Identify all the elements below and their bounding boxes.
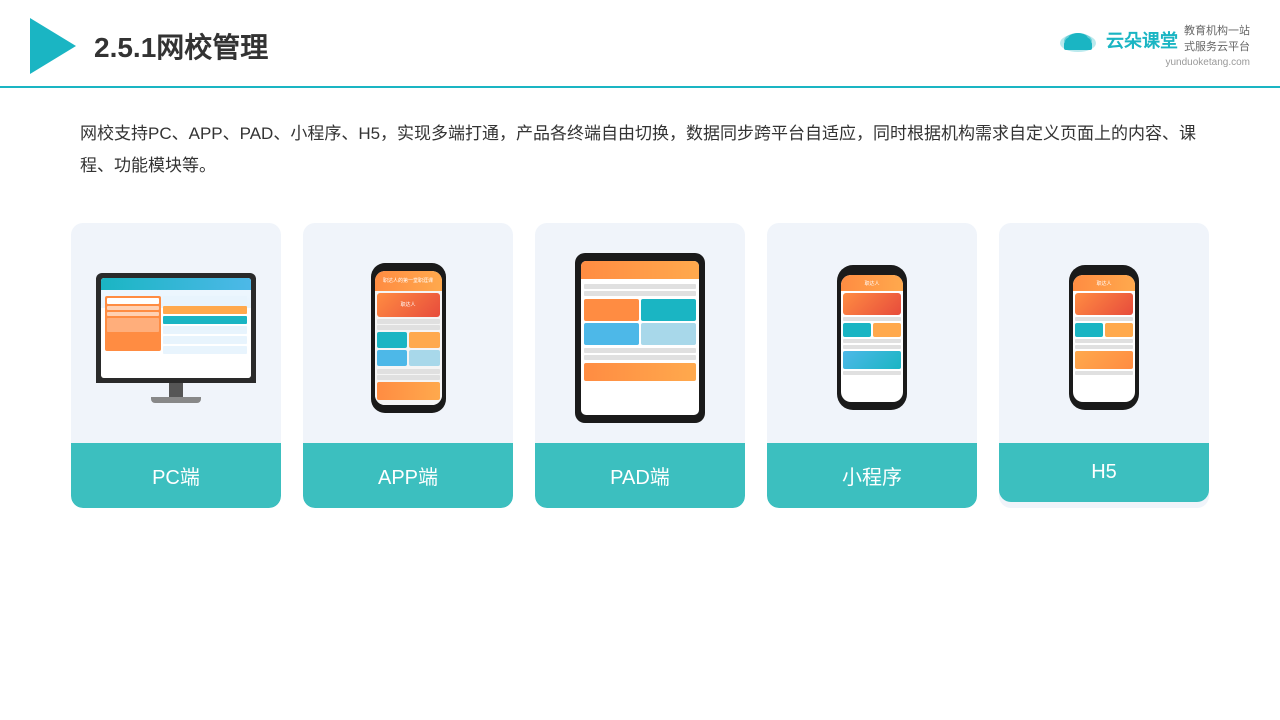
logo-triangle-icon	[30, 18, 76, 74]
pad-tablet-icon	[575, 253, 705, 423]
header-left: 2.5.1网校管理	[30, 18, 268, 74]
pad-card: PAD端	[535, 223, 745, 508]
pc-label: PC端	[71, 443, 281, 508]
pad-label: PAD端	[535, 443, 745, 508]
app-card: 职达人的第一堂职涯课 职达人	[303, 223, 513, 508]
h5-card: 职达人 H5	[999, 223, 1209, 508]
miniapp-phone-icon: 职达人	[837, 265, 907, 410]
miniapp-image-area: 职达人	[767, 223, 977, 443]
pc-image-area	[71, 223, 281, 443]
brand-logo: 云朵课堂 教育机构一站 式服务云平台 yunduoketang.com	[1056, 24, 1250, 68]
brand-name: 云朵课堂	[1106, 27, 1178, 53]
page-title: 2.5.1网校管理	[94, 26, 268, 66]
cards-container: PC端 职达人的第一堂职涯课 职达人	[0, 193, 1280, 538]
app-label: APP端	[303, 443, 513, 508]
description-text: 网校支持PC、APP、PAD、小程序、H5，实现多端打通，产品各终端自由切换，数…	[0, 88, 1280, 193]
pc-card: PC端	[71, 223, 281, 508]
brand-url: yunduoketang.com	[1165, 57, 1250, 68]
pad-image-area	[535, 223, 745, 443]
h5-image-area: 职达人	[999, 223, 1209, 443]
brand-icon-row: 云朵课堂 教育机构一站 式服务云平台	[1056, 24, 1250, 55]
header: 2.5.1网校管理 云朵课堂 教育机构一站 式服务云平台 yunduoketan…	[0, 0, 1280, 88]
miniapp-label: 小程序	[767, 443, 977, 508]
cloud-icon	[1056, 25, 1100, 55]
app-phone-icon: 职达人的第一堂职涯课 职达人	[371, 263, 446, 413]
miniapp-card: 职达人 小程序	[767, 223, 977, 508]
pc-monitor-icon	[96, 273, 256, 403]
h5-label: H5	[999, 443, 1209, 502]
brand-tagline: 教育机构一站 式服务云平台	[1184, 24, 1250, 55]
h5-phone-icon: 职达人	[1069, 265, 1139, 410]
app-image-area: 职达人的第一堂职涯课 职达人	[303, 223, 513, 443]
